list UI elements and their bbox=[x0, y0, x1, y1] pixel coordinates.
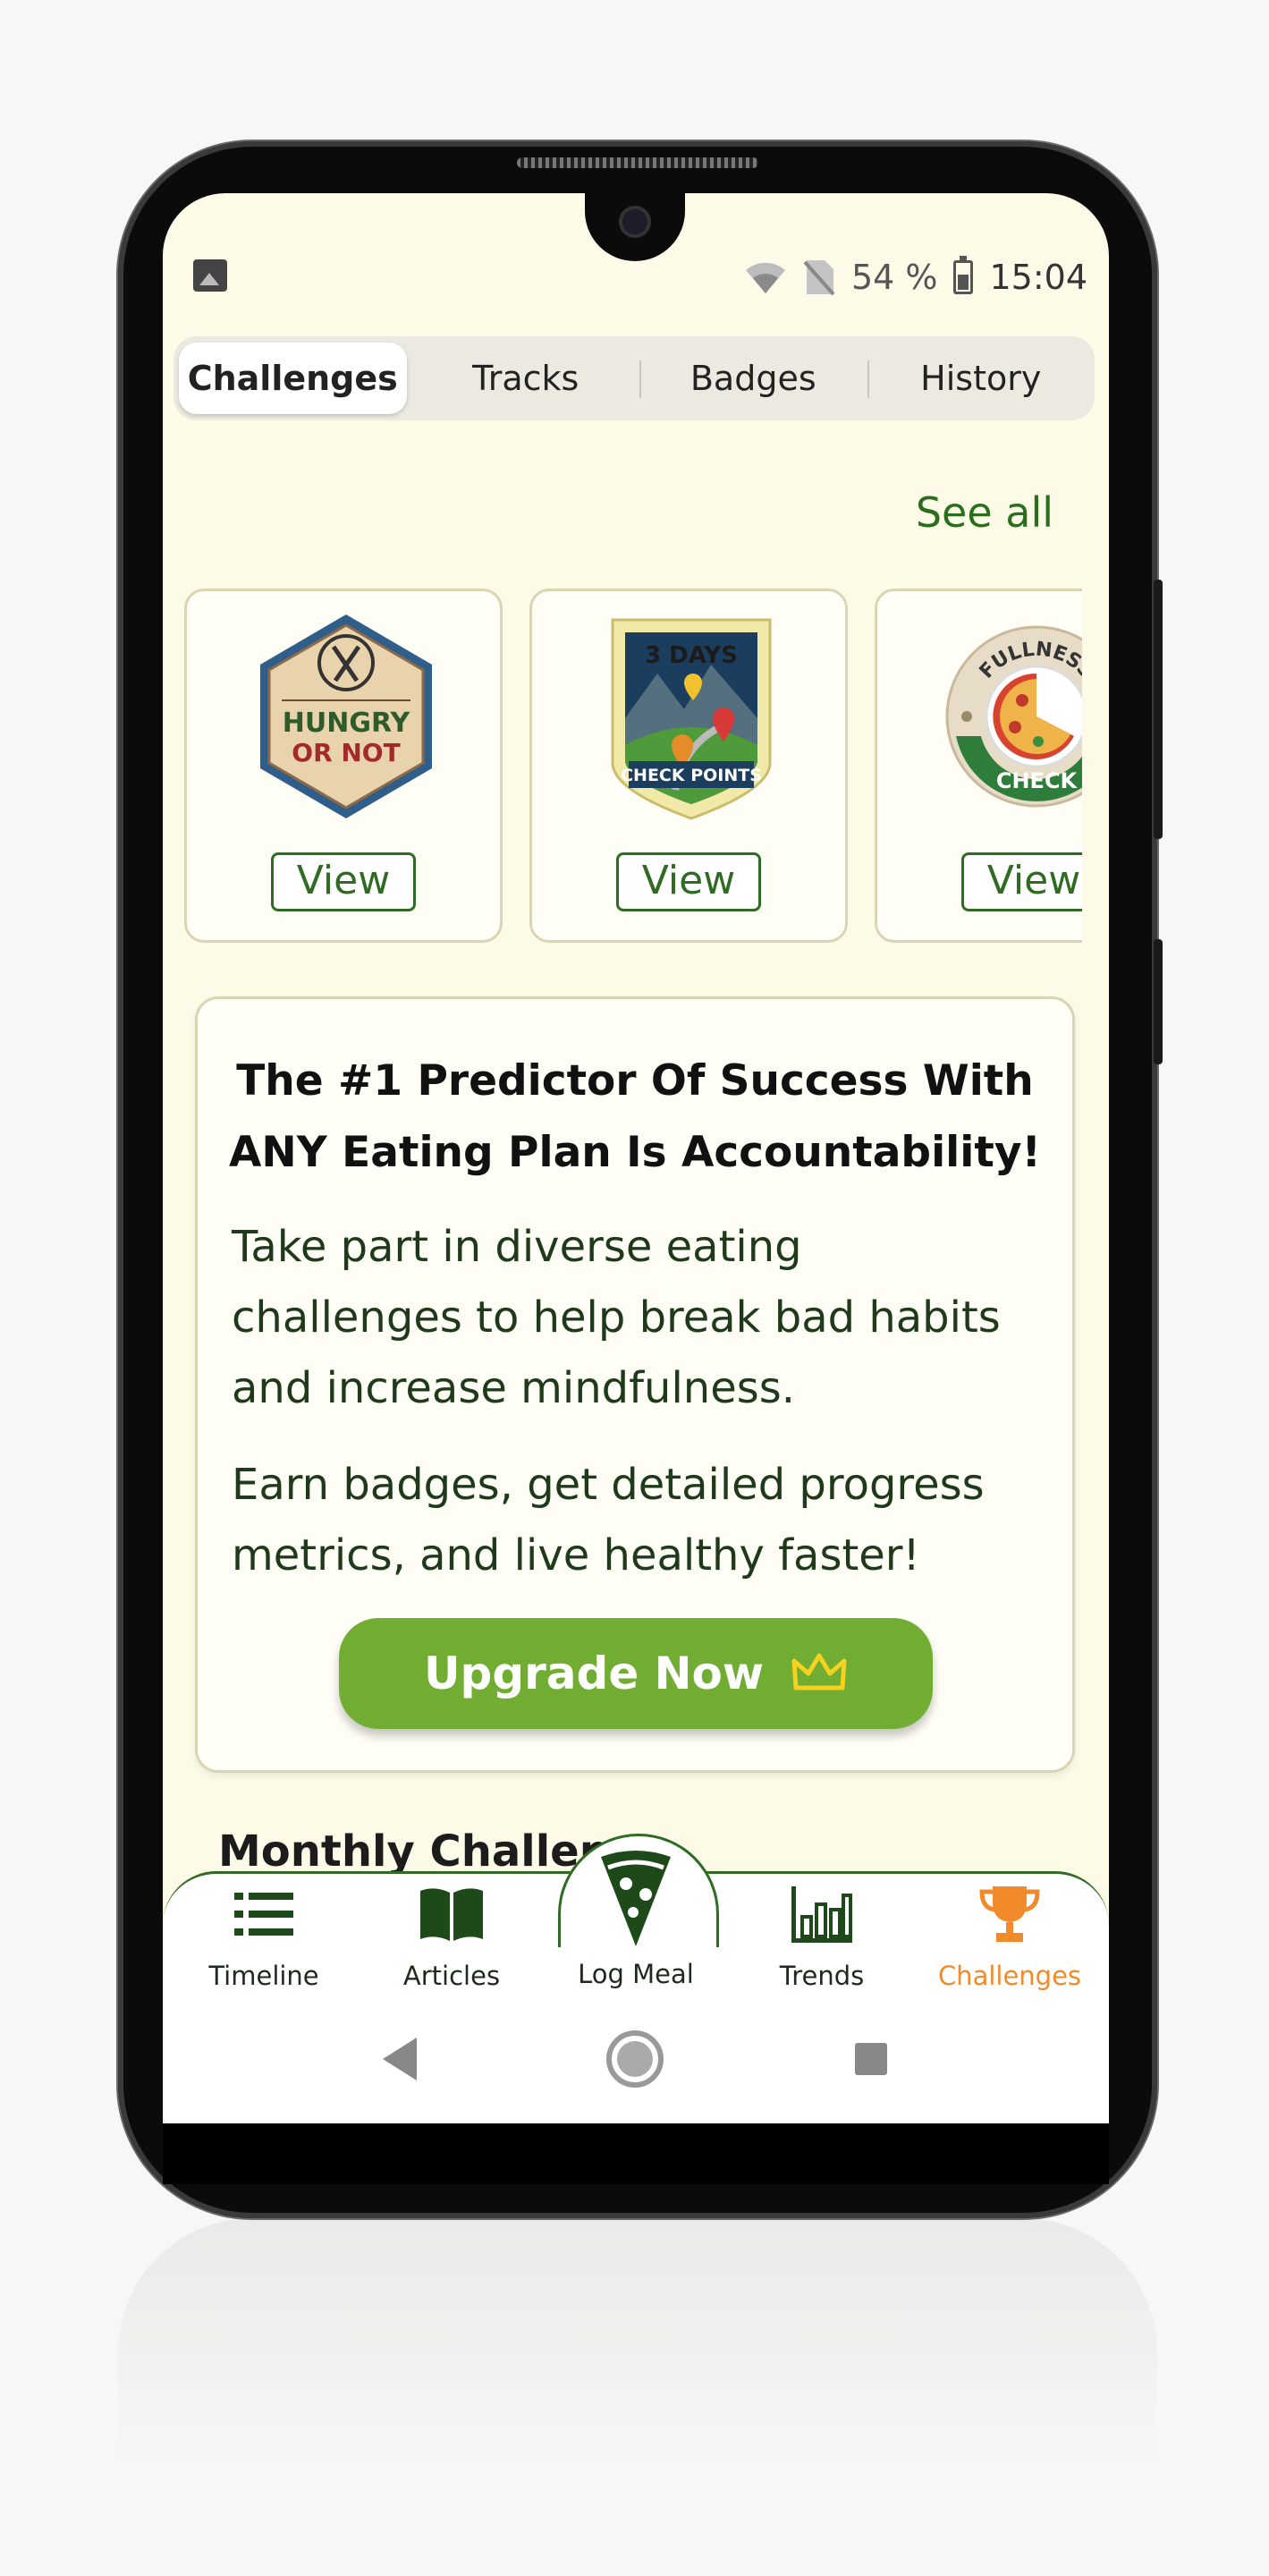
view-button[interactable]: View bbox=[961, 852, 1082, 911]
segmented-tabs: Challenges Tracks Badges History bbox=[173, 336, 1095, 420]
phone-speaker bbox=[517, 157, 758, 168]
promo-title-line1: The #1 Predictor Of Success With bbox=[236, 1056, 1034, 1106]
crown-icon bbox=[791, 1652, 848, 1695]
clock: 15:04 bbox=[989, 258, 1087, 297]
nav-log-meal-label: Log Meal bbox=[578, 1959, 694, 1989]
fullness-check-badge-icon: FULLNESS CHECK bbox=[940, 611, 1082, 822]
promo-text-badges: Earn badges, get detailed progress metri… bbox=[232, 1460, 985, 1580]
hungry-or-not-badge-icon: HUNGRY OR NOT bbox=[250, 611, 443, 822]
svg-text:HUNGRY: HUNGRY bbox=[283, 708, 411, 739]
nav-challenges-label: Challenges bbox=[937, 1961, 1082, 1991]
view-button[interactable]: View bbox=[271, 852, 416, 911]
system-navigation-bar bbox=[163, 2000, 1109, 2123]
app-screen: 54 % 15:04 Challenges Tracks Badges Hist… bbox=[163, 193, 1109, 2123]
recent-apps-icon[interactable] bbox=[855, 2043, 887, 2075]
bar-chart-icon bbox=[728, 1880, 916, 1948]
volume-button bbox=[1154, 939, 1163, 1064]
promo-title: The #1 Predictor Of Success With ANY Eat… bbox=[216, 1046, 1054, 1189]
home-icon[interactable] bbox=[606, 2030, 664, 2088]
see-all-link[interactable]: See all bbox=[916, 488, 1053, 537]
upgrade-now-label: Upgrade Now bbox=[423, 1648, 765, 1699]
battery-icon bbox=[953, 256, 974, 294]
promo-text-challenges: Take part in diverse eating challenges t… bbox=[232, 1222, 1001, 1413]
list-icon bbox=[170, 1880, 358, 1948]
challenge-card-hungry[interactable]: HUNGRY OR NOT View bbox=[184, 589, 503, 943]
upgrade-now-button[interactable]: Upgrade Now bbox=[339, 1618, 933, 1729]
three-days-checkpoints-badge-icon: 3 DAYS CHECK POINTS bbox=[595, 611, 788, 822]
status-bar: 54 % 15:04 bbox=[163, 243, 1109, 315]
camera-icon bbox=[619, 206, 651, 238]
tab-badges[interactable]: Badges bbox=[639, 343, 867, 414]
nav-log-meal[interactable]: Log Meal bbox=[542, 1846, 730, 1989]
view-button[interactable]: View bbox=[616, 852, 761, 911]
nav-timeline[interactable]: Timeline bbox=[170, 1880, 358, 1991]
battery-percent: 54 % bbox=[850, 258, 938, 297]
svg-text:OR NOT: OR NOT bbox=[292, 738, 400, 767]
phone-reflection bbox=[118, 2218, 1157, 2576]
svg-text:CHECK POINTS: CHECK POINTS bbox=[621, 766, 762, 785]
nav-trends-label: Trends bbox=[779, 1961, 865, 1991]
challenge-carousel[interactable]: HUNGRY OR NOT View 3 DAYS CHECK POINTS V… bbox=[184, 589, 1082, 946]
nav-articles[interactable]: Articles bbox=[358, 1880, 546, 1991]
book-icon bbox=[358, 1880, 546, 1948]
trophy-icon bbox=[916, 1880, 1104, 1948]
wifi-icon bbox=[745, 262, 785, 293]
image-icon bbox=[193, 259, 227, 292]
nav-timeline-label: Timeline bbox=[208, 1961, 319, 1991]
tab-tracks[interactable]: Tracks bbox=[412, 343, 640, 414]
nav-challenges[interactable]: Challenges bbox=[916, 1880, 1104, 1991]
nav-articles-label: Articles bbox=[402, 1961, 501, 1991]
phone-chin bbox=[163, 2123, 1109, 2184]
tab-history[interactable]: History bbox=[867, 343, 1096, 414]
svg-text:3 DAYS: 3 DAYS bbox=[645, 642, 738, 669]
challenge-card-checkpoints[interactable]: 3 DAYS CHECK POINTS View bbox=[529, 589, 848, 943]
pizza-icon bbox=[542, 1846, 730, 1950]
no-sim-icon bbox=[803, 260, 835, 296]
upgrade-promo-card: The #1 Predictor Of Success With ANY Eat… bbox=[195, 996, 1075, 1773]
promo-title-line2: ANY Eating Plan Is Accountability! bbox=[229, 1128, 1041, 1177]
back-icon[interactable] bbox=[383, 2038, 417, 2080]
challenge-card-fullness[interactable]: FULLNESS CHECK View bbox=[875, 589, 1082, 943]
tab-challenges[interactable]: Challenges bbox=[179, 343, 407, 414]
svg-text:CHECK: CHECK bbox=[996, 768, 1079, 793]
power-button bbox=[1154, 580, 1163, 839]
nav-trends[interactable]: Trends bbox=[728, 1880, 916, 1991]
